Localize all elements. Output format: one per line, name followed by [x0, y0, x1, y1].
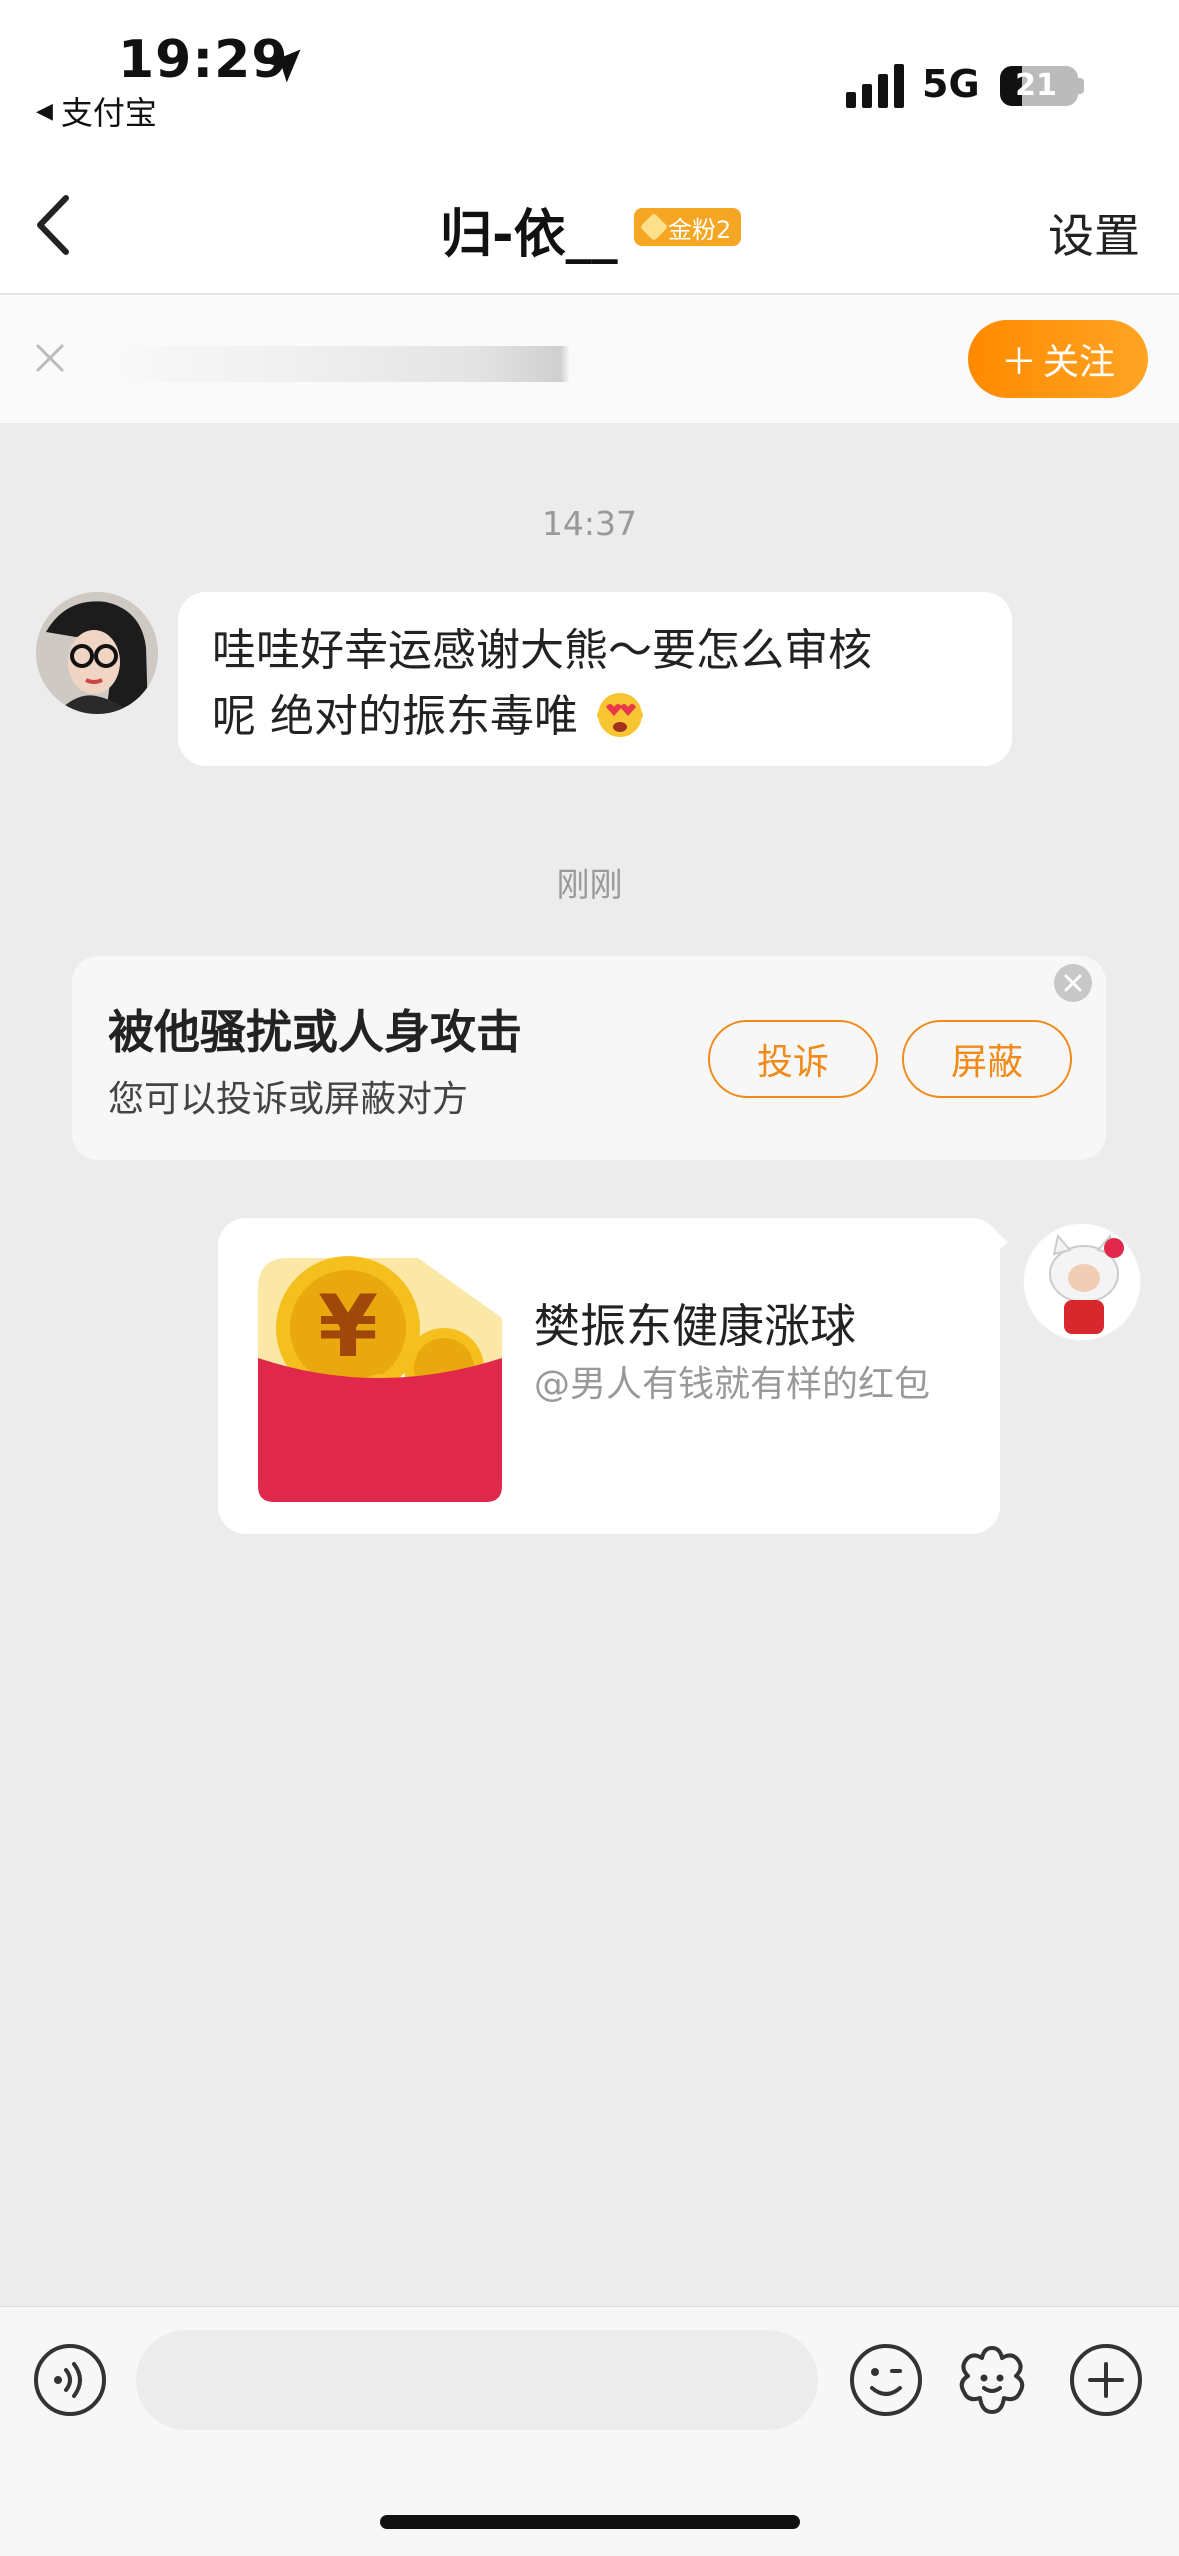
red-packet-subtitle: @男人有钱就有样的红包 — [534, 1364, 931, 1405]
red-packet-title: 樊振东健康涨球 — [534, 1299, 856, 1353]
chat-partner-name: 归-依__ — [440, 205, 618, 265]
home-indicator[interactable] — [380, 2515, 800, 2529]
blurred-content — [100, 346, 570, 382]
follow-button[interactable]: ＋ 关注 — [968, 320, 1148, 398]
fan-level-badge: 金粉2 — [634, 208, 742, 246]
block-button[interactable]: 屏蔽 — [902, 1020, 1072, 1098]
avatar[interactable] — [36, 592, 158, 714]
follow-label: 关注 — [1043, 342, 1116, 383]
message-timestamp: 14:37 — [541, 504, 638, 543]
close-icon[interactable] — [30, 338, 70, 378]
back-to-app-link[interactable]: ◀ 支付宝 — [36, 88, 157, 134]
avatar-portrait-icon — [36, 592, 158, 714]
message-text-line-2: 呢 绝对的振东毒唯 — [212, 684, 978, 750]
network-type: 5G — [922, 62, 980, 106]
voice-icon[interactable] — [32, 2342, 108, 2418]
red-packet-icon: ¥ — [258, 1256, 502, 1502]
message-text-line-2-text: 呢 绝对的振东毒唯 — [212, 691, 578, 742]
hello-kitty-avatar-icon — [1024, 1224, 1140, 1340]
incoming-message-bubble[interactable]: 哇哇好幸运感谢大熊～要怎么审核 呢 绝对的振东毒唯 — [178, 592, 1012, 766]
back-triangle-icon: ◀ — [36, 98, 53, 124]
back-chevron-icon[interactable] — [30, 190, 80, 260]
signal-icon — [846, 64, 904, 108]
bubble-tail — [992, 1228, 1008, 1256]
message-input[interactable] — [136, 2330, 818, 2430]
fan-badge-label: 金粉2 — [668, 215, 732, 244]
complain-button[interactable]: 投诉 — [708, 1020, 878, 1098]
back-app-label: 支付宝 — [60, 94, 157, 132]
location-arrow-icon — [267, 49, 301, 83]
svg-text:¥: ¥ — [318, 1277, 378, 1377]
message-text-line-1: 哇哇好幸运感谢大熊～要怎么审核 — [212, 625, 872, 676]
plus-icon[interactable] — [1068, 2342, 1144, 2418]
warning-subtitle: 您可以投诉或屏蔽对方 — [108, 1079, 469, 1120]
warning-title: 被他骚扰或人身攻击 — [108, 1005, 522, 1059]
plus-sign: ＋ — [1000, 342, 1037, 383]
system-timestamp: 刚刚 — [556, 865, 623, 904]
battery-cap — [1078, 78, 1084, 94]
battery-percent: 21 — [1015, 68, 1057, 103]
heart-eyes-emoji-icon — [597, 693, 643, 737]
settings-button[interactable]: 设置 — [1048, 200, 1140, 266]
emoji-icon[interactable] — [848, 2342, 924, 2418]
sticker-icon[interactable] — [954, 2342, 1030, 2418]
gem-icon — [639, 212, 669, 242]
my-avatar[interactable] — [1022, 1222, 1142, 1342]
close-card-icon[interactable] — [1054, 964, 1092, 1002]
